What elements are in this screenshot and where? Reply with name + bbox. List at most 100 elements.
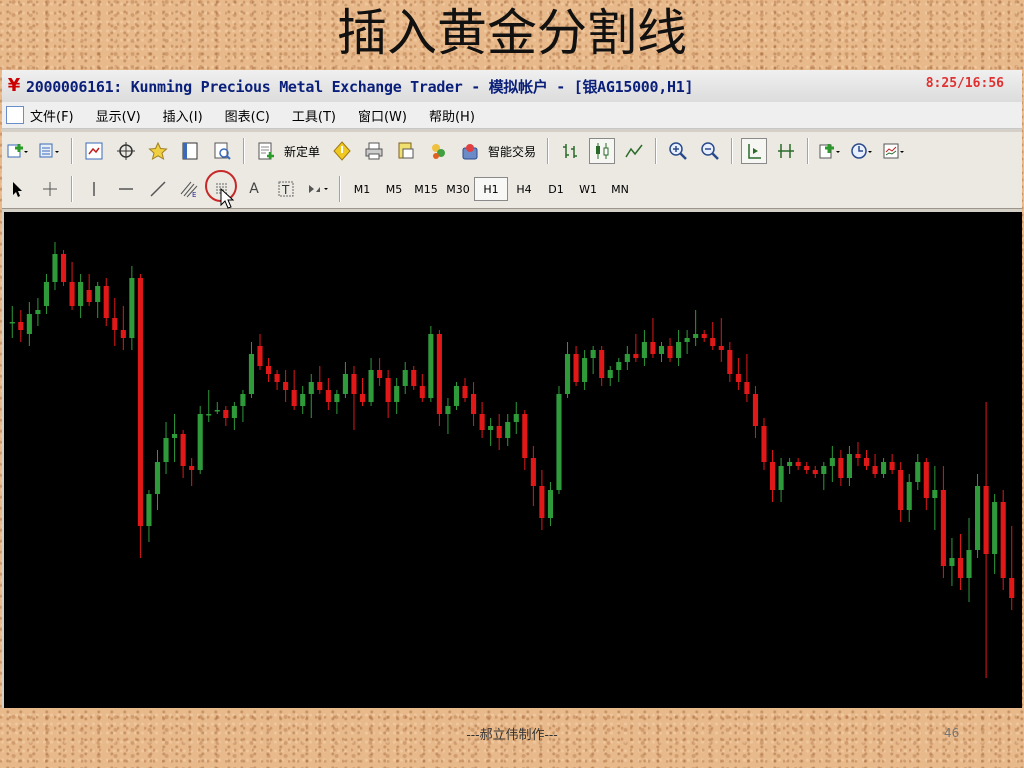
candle-body — [496, 426, 502, 438]
candle-body — [462, 386, 468, 398]
menu-view[interactable]: 显示(V) — [96, 106, 141, 125]
candlestick-chart-icon[interactable] — [589, 138, 616, 164]
data-window-icon[interactable] — [113, 138, 139, 164]
templates-icon[interactable] — [881, 138, 907, 164]
indicators-icon[interactable] — [817, 138, 843, 164]
zoom-in-icon[interactable] — [665, 138, 691, 164]
candle-body — [325, 390, 331, 402]
trendline-tool-icon[interactable] — [145, 176, 171, 202]
candle-body — [334, 394, 340, 402]
auto-scroll-icon[interactable] — [741, 138, 768, 164]
strategy-tester-icon[interactable] — [209, 138, 235, 164]
candle-body — [479, 414, 485, 430]
periods-icon[interactable] — [849, 138, 875, 164]
candle-body — [86, 290, 92, 302]
candle-body — [402, 370, 408, 386]
timeframe-h4[interactable]: H4 — [508, 178, 540, 200]
terminal-icon[interactable] — [177, 138, 203, 164]
timeframe-h1[interactable]: H1 — [474, 177, 508, 201]
slide-number: 46 — [944, 726, 960, 740]
menu-help[interactable]: 帮助(H) — [429, 106, 475, 125]
menu-charts[interactable]: 图表(C) — [225, 106, 270, 125]
chart-shift-icon[interactable] — [773, 138, 799, 164]
crosshair-tool-icon[interactable] — [37, 176, 63, 202]
price-chart[interactable] — [4, 212, 1022, 708]
candle-body — [641, 342, 647, 358]
timeframe-d1[interactable]: D1 — [540, 178, 572, 200]
print-icon[interactable] — [361, 138, 387, 164]
equidistant-channel-tool-icon[interactable]: E — [177, 176, 203, 202]
candle-body — [248, 354, 255, 394]
timeframe-w1[interactable]: W1 — [572, 178, 604, 200]
candle-body — [231, 406, 237, 418]
candle-body — [744, 382, 750, 394]
candle-body — [855, 454, 861, 458]
candle-body — [283, 382, 289, 390]
candle-body — [573, 354, 579, 382]
candle-body — [419, 386, 425, 398]
smart-trade-label[interactable]: 智能交易 — [488, 143, 536, 160]
timeframe-mn[interactable]: MN — [604, 178, 636, 200]
bar-chart-icon[interactable] — [557, 138, 583, 164]
toolbar-separator — [243, 138, 245, 164]
candle-body — [1009, 578, 1015, 598]
menu-file[interactable]: 文件(F) — [30, 106, 74, 125]
text-label-tool-icon[interactable]: T — [273, 176, 299, 202]
candle-body — [445, 406, 451, 414]
candle-body — [932, 490, 938, 498]
cursor-tool-icon[interactable] — [5, 176, 31, 202]
metaeditor-icon[interactable] — [329, 138, 355, 164]
expert-advisors-icon[interactable] — [425, 138, 451, 164]
timeframe-m15[interactable]: M15 — [410, 178, 442, 200]
candle-body — [197, 414, 203, 470]
print-preview-icon[interactable] — [393, 138, 419, 164]
candle-body — [95, 286, 101, 302]
timeframe-m1[interactable]: M1 — [346, 178, 378, 200]
candle-body — [684, 338, 690, 342]
candle-body — [411, 370, 417, 386]
candle-body — [829, 458, 835, 466]
mt4-window: ¥ 2000006161: Kunming Precious Metal Exc… — [2, 70, 1022, 708]
candle-body — [35, 310, 41, 314]
new-order-icon[interactable] — [253, 138, 279, 164]
candle-body — [547, 490, 554, 518]
toolbar-separator — [71, 138, 73, 164]
candle-body — [821, 466, 827, 474]
new-order-label[interactable]: 新定单 — [284, 143, 320, 160]
candle-body — [693, 334, 699, 338]
toolbar-separator — [339, 176, 341, 202]
menu-insert[interactable]: 插入(I) — [163, 106, 203, 125]
toolbar-separator — [655, 138, 658, 164]
candle-body — [983, 486, 989, 554]
candle-body — [488, 426, 494, 430]
candle-body — [359, 394, 366, 402]
candle-body — [453, 386, 460, 406]
profiles-icon[interactable] — [37, 138, 63, 164]
market-watch-icon[interactable] — [81, 138, 107, 164]
candle-body — [787, 462, 793, 466]
smart-trade-icon[interactable] — [457, 138, 483, 164]
candle-body — [530, 458, 536, 486]
candle-body — [761, 426, 767, 462]
horizontal-line-tool-icon[interactable] — [113, 176, 139, 202]
candle-body — [18, 322, 24, 330]
text-tool-icon[interactable]: A — [241, 176, 267, 202]
candle-body — [137, 278, 143, 526]
navigator-icon[interactable] — [145, 138, 171, 164]
candle-body — [60, 254, 67, 282]
menu-tools[interactable]: 工具(T) — [292, 106, 336, 125]
timeframe-m30[interactable]: M30 — [442, 178, 474, 200]
candle-body — [214, 410, 220, 412]
zoom-out-icon[interactable] — [697, 138, 723, 164]
line-chart-icon[interactable] — [621, 138, 647, 164]
vertical-line-tool-icon[interactable] — [81, 176, 107, 202]
arrows-tool-icon[interactable] — [305, 176, 331, 202]
timeframe-m5[interactable]: M5 — [378, 178, 410, 200]
candle-body — [26, 314, 32, 334]
candle-body — [1000, 502, 1006, 578]
new-chart-icon[interactable] — [5, 138, 31, 164]
chart-window-icon[interactable] — [6, 106, 24, 124]
candle-body — [752, 394, 759, 426]
menu-window[interactable]: 窗口(W) — [358, 106, 407, 125]
candle-body — [812, 470, 818, 474]
